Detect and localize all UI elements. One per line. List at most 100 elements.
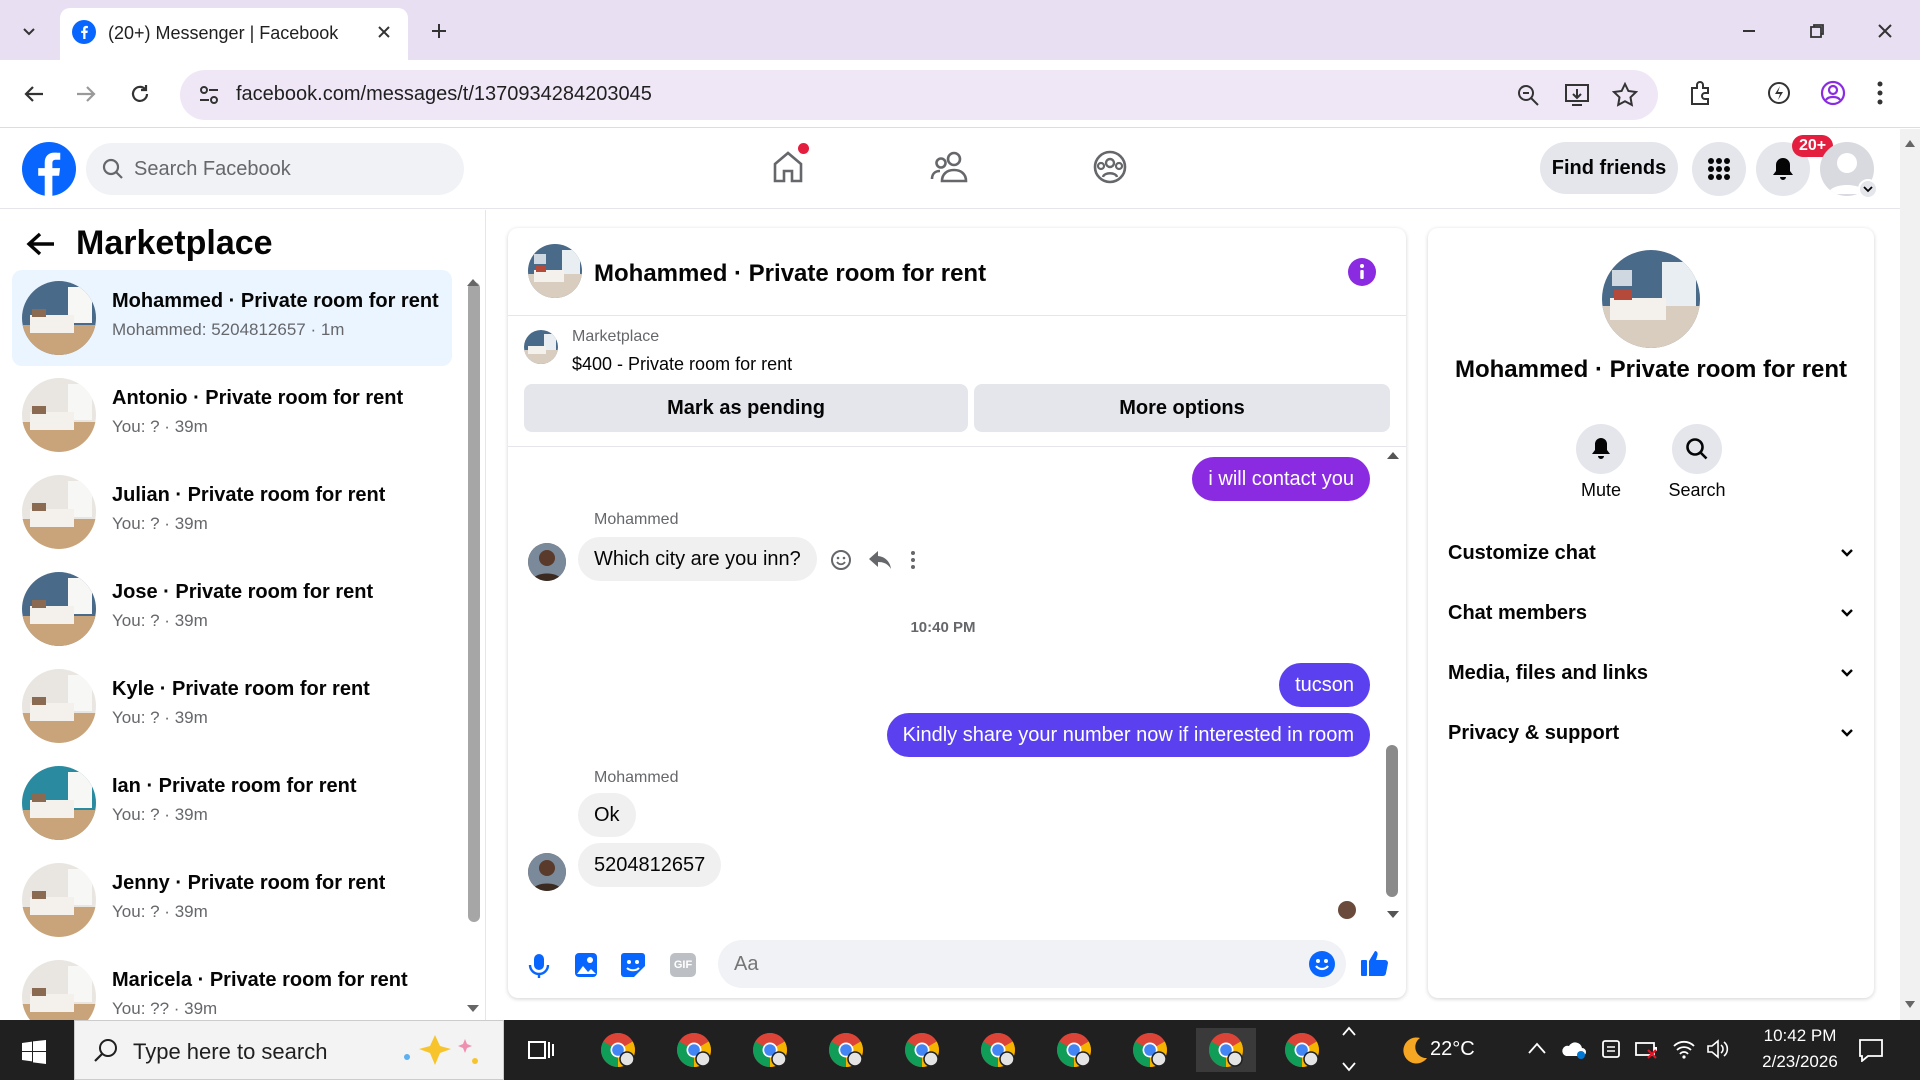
battery-icon[interactable] <box>1634 1038 1660 1060</box>
show-hidden-icons-chevron[interactable] <box>1528 1042 1546 1054</box>
window-minimize-icon[interactable] <box>1734 16 1764 46</box>
microphone-icon[interactable] <box>526 952 552 980</box>
menu-grid-button[interactable] <box>1692 142 1746 196</box>
chrome-taskbar-icon[interactable] <box>816 1028 876 1072</box>
scroll-up-icon[interactable] <box>1904 139 1916 147</box>
search-conversation-button[interactable] <box>1672 424 1722 474</box>
bookmark-star-icon[interactable] <box>1612 82 1638 108</box>
chrome-taskbar-icon[interactable] <box>1044 1028 1104 1072</box>
window-close-icon[interactable] <box>1870 16 1900 46</box>
outgoing-message[interactable]: Kindly share your number now if interest… <box>886 713 1370 757</box>
scroll-down-icon[interactable] <box>466 1005 480 1013</box>
message-more-icon[interactable] <box>910 549 916 571</box>
facebook-search-box[interactable]: Search Facebook <box>86 143 464 195</box>
wifi-icon[interactable] <box>1672 1038 1696 1060</box>
conversation-item[interactable]: Julian · Private room for rent You: ? · 3… <box>12 464 452 560</box>
chat-title[interactable]: Mohammed · Private room for rent <box>594 260 986 288</box>
reply-icon[interactable] <box>868 549 892 571</box>
conversation-item[interactable]: Jose · Private room for rent You: ? · 39m <box>12 561 452 657</box>
photo-icon[interactable] <box>574 952 598 978</box>
install-app-icon[interactable] <box>1564 83 1590 107</box>
conversation-item[interactable]: Mohammed · Private room for rent Mohammed… <box>12 270 452 366</box>
chrome-taskbar-icon[interactable] <box>892 1028 952 1072</box>
scroll-down-icon[interactable] <box>1386 911 1400 919</box>
info-section-customize-chat[interactable]: Customize chat <box>1448 528 1854 578</box>
browser-tab-active[interactable]: (20+) Messenger | Facebook <box>60 8 408 60</box>
friends-icon[interactable] <box>930 149 968 185</box>
gif-icon[interactable]: GIF <box>670 953 696 977</box>
weather-moon-icon[interactable] <box>1398 1034 1430 1066</box>
facebook-logo-icon[interactable] <box>22 142 76 196</box>
site-info-icon[interactable] <box>198 84 220 106</box>
task-view-icon[interactable] <box>526 1038 554 1062</box>
reload-icon[interactable] <box>124 78 156 110</box>
chrome-taskbar-icon[interactable] <box>740 1028 800 1072</box>
back-arrow-icon[interactable] <box>26 230 56 258</box>
incoming-message[interactable]: Ok <box>578 793 636 837</box>
tab-list-chevron-icon[interactable] <box>14 16 44 46</box>
scroll-up-icon[interactable] <box>1386 451 1400 459</box>
extensions-icon[interactable] <box>1688 80 1714 106</box>
back-arrow-icon[interactable] <box>18 78 50 110</box>
incoming-message[interactable]: 5204812657 <box>578 843 722 887</box>
chat-listing-thumbnail[interactable] <box>528 244 582 298</box>
taskbar-scroll-down-icon[interactable] <box>1342 1062 1356 1072</box>
notification-center-icon[interactable] <box>1858 1038 1884 1062</box>
chrome-taskbar-icon[interactable] <box>1196 1028 1256 1072</box>
sidebar-scrollbar[interactable] <box>468 282 480 922</box>
info-section-privacy-support[interactable]: Privacy & support <box>1448 708 1854 758</box>
tab-close-icon[interactable] <box>372 20 396 44</box>
message-input[interactable] <box>718 940 1346 988</box>
onedrive-icon[interactable] <box>1560 1038 1586 1060</box>
sticker-icon[interactable] <box>620 952 646 978</box>
new-tab-icon[interactable] <box>424 16 454 46</box>
url-text[interactable]: facebook.com/messages/t/1370934284203045 <box>236 83 652 106</box>
meet-now-icon[interactable] <box>1600 1038 1622 1060</box>
incoming-message[interactable]: Which city are you inn? <box>578 537 817 581</box>
sender-avatar[interactable] <box>528 543 566 581</box>
browser-menu-icon[interactable] <box>1876 80 1884 106</box>
message-scrollbar[interactable] <box>1386 745 1398 897</box>
page-scrollbar[interactable] <box>1900 129 1920 1020</box>
taskbar-clock-date[interactable]: 2/23/2026 <box>1750 1052 1850 1072</box>
react-emoji-icon[interactable] <box>830 549 852 571</box>
windows-start-icon[interactable] <box>22 1040 46 1064</box>
volume-icon[interactable] <box>1706 1038 1730 1060</box>
mark-as-pending-button[interactable]: Mark as pending <box>524 384 968 432</box>
taskbar-scroll-up-icon[interactable] <box>1342 1026 1356 1036</box>
thumbs-up-icon[interactable] <box>1360 948 1390 978</box>
listing-photo[interactable] <box>1602 250 1700 348</box>
chrome-taskbar-icon[interactable] <box>1272 1028 1332 1072</box>
outgoing-message[interactable]: tucson <box>1279 663 1370 707</box>
window-restore-icon[interactable] <box>1802 16 1832 46</box>
chrome-taskbar-icon[interactable] <box>588 1028 648 1072</box>
home-icon[interactable] <box>770 143 809 185</box>
chrome-taskbar-icon[interactable] <box>968 1028 1028 1072</box>
marketplace-listing-thumbnail[interactable] <box>524 330 558 364</box>
conversation-info-icon[interactable] <box>1348 258 1376 286</box>
chrome-taskbar-icon[interactable] <box>664 1028 724 1072</box>
scroll-up-icon[interactable] <box>466 278 480 286</box>
info-section-chat-members[interactable]: Chat members <box>1448 588 1854 638</box>
taskbar-search-box[interactable]: Type here to search <box>74 1020 504 1080</box>
conversation-item[interactable]: Maricela · Private room for rent You: ?? … <box>12 949 452 1020</box>
weather-temperature[interactable]: 22°C <box>1430 1038 1475 1061</box>
address-bar[interactable]: facebook.com/messages/t/1370934284203045 <box>180 70 1658 120</box>
profile-icon[interactable] <box>1820 80 1846 106</box>
performance-icon[interactable] <box>1766 80 1792 106</box>
forward-arrow-icon[interactable] <box>70 78 102 110</box>
listing-price-title[interactable]: $400 - Private room for rent <box>572 354 792 375</box>
outgoing-message[interactable]: i will contact you <box>1192 457 1370 501</box>
zoom-icon[interactable] <box>1516 83 1540 107</box>
emoji-icon[interactable] <box>1308 950 1336 978</box>
conversation-item[interactable]: Ian · Private room for rent You: ? · 39m <box>12 755 452 851</box>
sender-avatar[interactable] <box>528 853 566 891</box>
mute-button[interactable] <box>1576 424 1626 474</box>
account-chevron-icon[interactable] <box>1858 179 1878 199</box>
scroll-down-icon[interactable] <box>1904 1001 1916 1009</box>
more-options-button[interactable]: More options <box>974 384 1390 432</box>
groups-icon[interactable] <box>1092 149 1128 185</box>
info-section-media-files-and-links[interactable]: Media, files and links <box>1448 648 1854 698</box>
chrome-taskbar-icon[interactable] <box>1120 1028 1180 1072</box>
find-friends-button[interactable]: Find friends <box>1540 142 1678 194</box>
